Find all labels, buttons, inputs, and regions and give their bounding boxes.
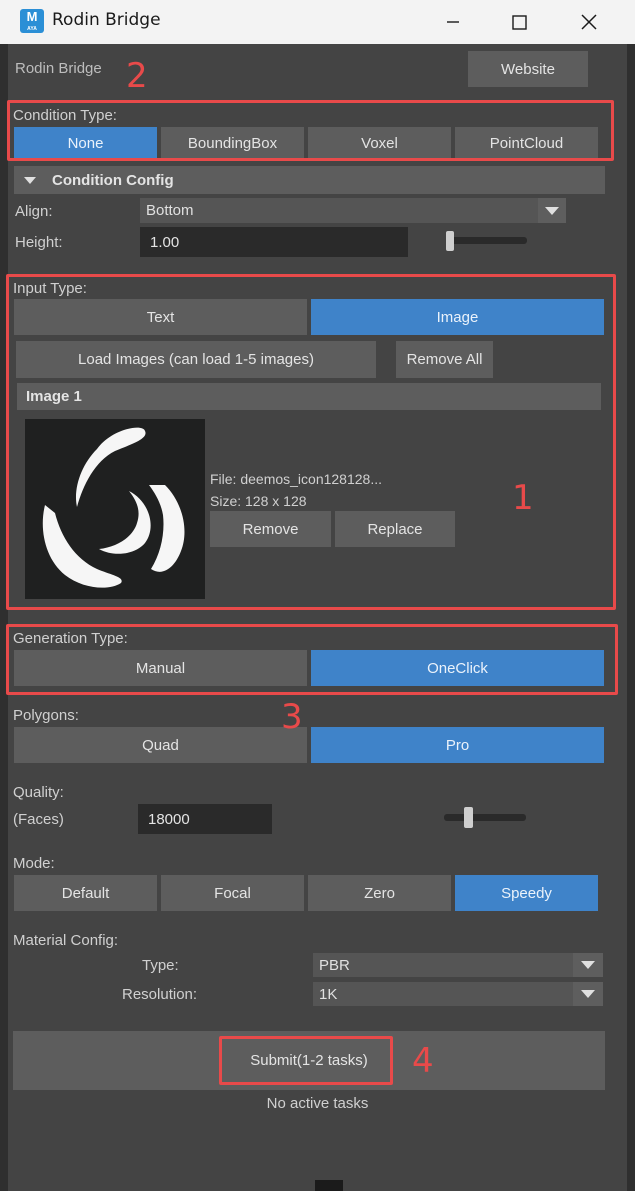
material-type-label: Type: bbox=[142, 957, 179, 974]
material-type-dropdown[interactable] bbox=[573, 953, 603, 977]
bottom-handle bbox=[315, 1180, 343, 1191]
chevron-down-icon bbox=[545, 206, 559, 215]
resolution-combo[interactable]: 1K bbox=[313, 982, 573, 1006]
align-combo[interactable]: Bottom bbox=[140, 198, 538, 223]
polygons-option-pro[interactable]: Pro bbox=[311, 727, 604, 763]
window-border-left bbox=[0, 44, 8, 1191]
chevron-down-icon bbox=[581, 990, 595, 998]
annotation-box-4 bbox=[219, 1036, 393, 1085]
title-bar: M AYA Rodin Bridge bbox=[0, 0, 635, 44]
mode-option-speedy[interactable]: Speedy bbox=[455, 875, 598, 911]
quality-label: Quality: bbox=[13, 784, 64, 801]
condition-config-title: Condition Config bbox=[52, 171, 174, 189]
annotation-number-3: 3 bbox=[281, 697, 303, 737]
material-type-combo[interactable]: PBR bbox=[313, 953, 573, 977]
polygons-option-quad[interactable]: Quad bbox=[14, 727, 307, 763]
polygons-label: Polygons: bbox=[13, 707, 79, 724]
material-config-label: Material Config: bbox=[13, 932, 119, 949]
minimize-button[interactable] bbox=[438, 8, 468, 36]
align-dropdown-button[interactable] bbox=[538, 198, 566, 223]
close-button[interactable] bbox=[574, 8, 604, 36]
quality-faces-field[interactable]: 18000 bbox=[138, 804, 272, 834]
annotation-box-1 bbox=[6, 274, 616, 610]
mode-option-focal[interactable]: Focal bbox=[161, 875, 304, 911]
mode-label: Mode: bbox=[13, 855, 55, 872]
annotation-number-2: 2 bbox=[126, 56, 148, 96]
mode-option-zero[interactable]: Zero bbox=[308, 875, 451, 911]
height-slider-track[interactable] bbox=[446, 237, 527, 244]
window-border-right bbox=[627, 44, 635, 1191]
resolution-label: Resolution: bbox=[122, 986, 198, 1003]
annotation-number-1: 1 bbox=[512, 478, 534, 518]
maximize-button[interactable] bbox=[504, 8, 534, 36]
quality-slider-track[interactable] bbox=[444, 814, 526, 821]
align-label: Align: bbox=[15, 203, 53, 220]
maximize-icon bbox=[512, 15, 527, 30]
chevron-down-icon bbox=[581, 961, 595, 969]
height-slider-handle[interactable] bbox=[446, 231, 454, 251]
maya-app-icon: M AYA bbox=[20, 9, 44, 33]
annotation-box-2 bbox=[7, 100, 614, 161]
resolution-dropdown[interactable] bbox=[573, 982, 603, 1006]
condition-config-header[interactable]: Condition Config bbox=[14, 166, 605, 194]
height-field[interactable]: 1.00 bbox=[140, 227, 408, 257]
collapse-arrow-icon bbox=[24, 176, 36, 184]
minimize-icon bbox=[447, 21, 459, 23]
header-label: Rodin Bridge bbox=[15, 60, 102, 77]
quality-faces-label: (Faces) bbox=[13, 811, 64, 828]
annotation-box-3 bbox=[6, 624, 618, 695]
website-button[interactable]: Website bbox=[468, 51, 588, 87]
height-label: Height: bbox=[15, 234, 63, 251]
close-icon bbox=[581, 14, 597, 30]
app-icon-letter: M bbox=[26, 9, 38, 24]
app-icon-subtext: AYA bbox=[27, 26, 37, 32]
annotation-number-4: 4 bbox=[412, 1041, 434, 1081]
quality-slider-handle[interactable] bbox=[464, 807, 473, 828]
mode-option-default[interactable]: Default bbox=[14, 875, 157, 911]
task-status: No active tasks bbox=[266, 1095, 369, 1112]
window-title: Rodin Bridge bbox=[52, 10, 161, 30]
